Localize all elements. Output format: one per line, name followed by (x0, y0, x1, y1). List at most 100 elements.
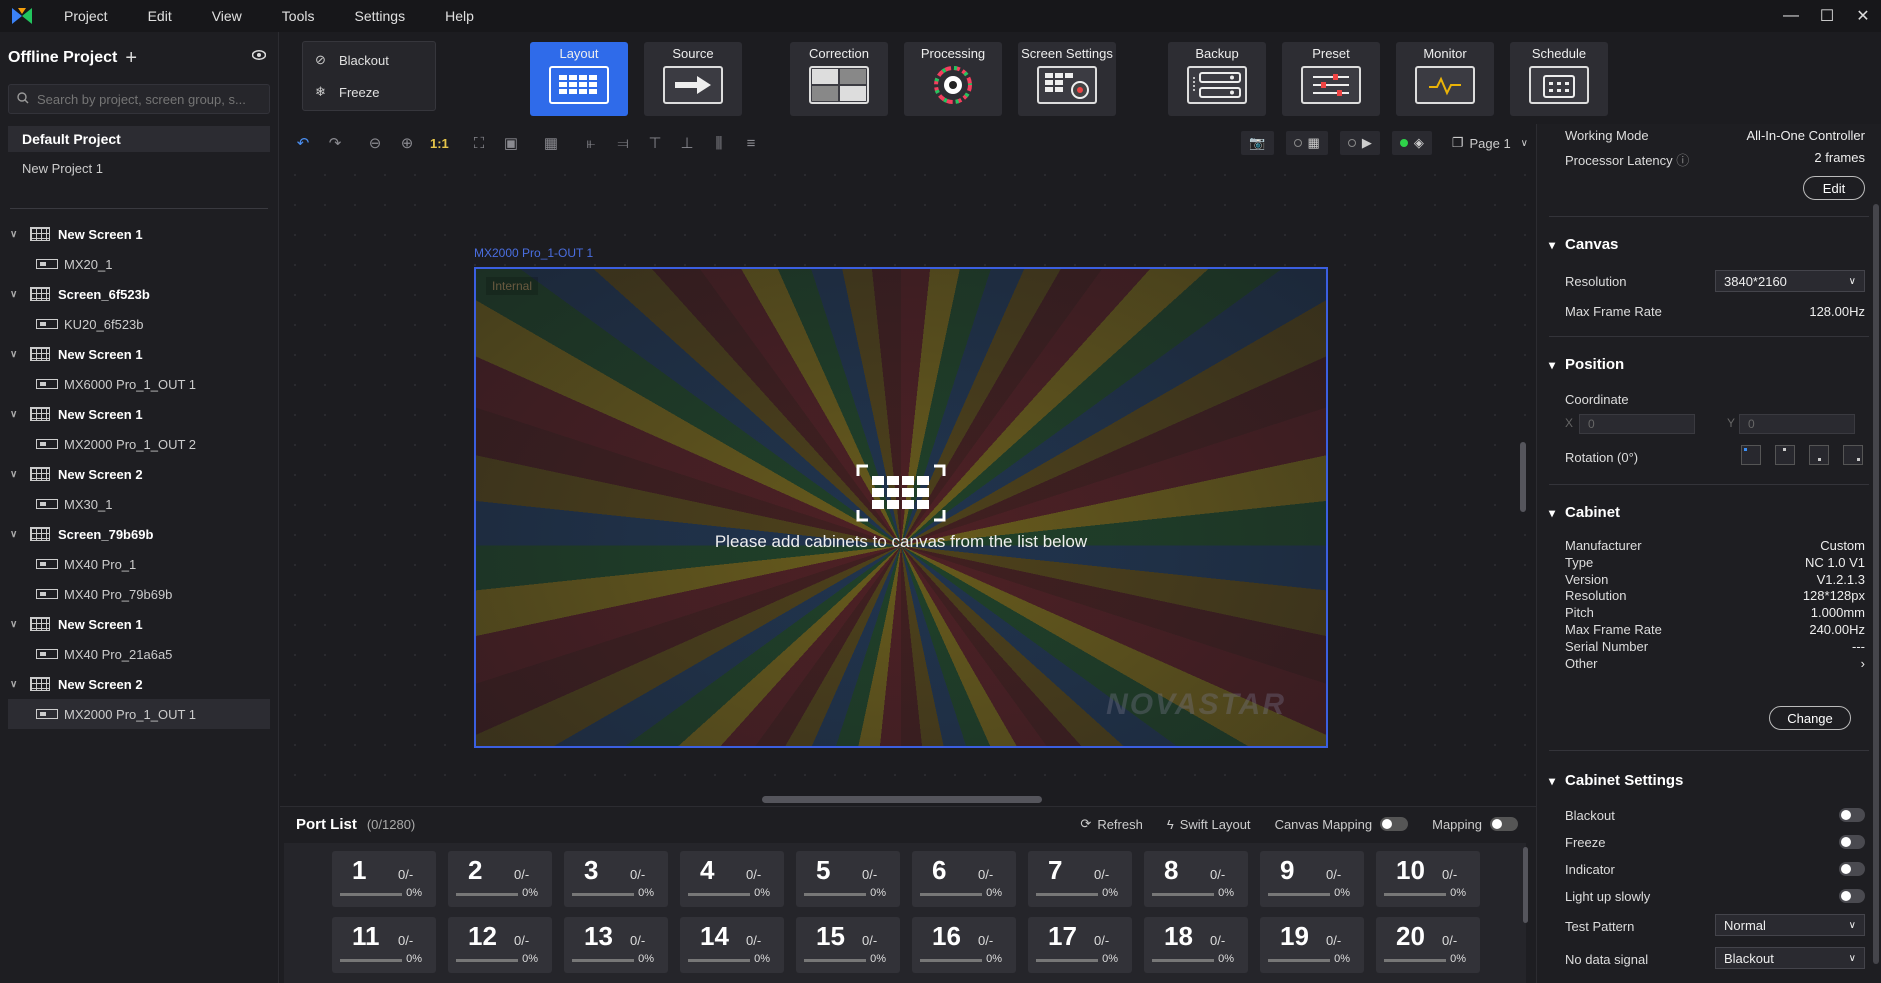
tree-card[interactable]: MX6000 Pro_1_OUT 1 (0, 369, 278, 399)
vertical-scrollbar[interactable] (1520, 442, 1526, 512)
indicator-toggle[interactable] (1839, 862, 1865, 876)
redo-icon[interactable]: ↷ (326, 134, 344, 152)
video-toggle[interactable]: ▶ (1339, 131, 1380, 155)
chevron-down-icon[interactable]: ∨ (10, 229, 24, 240)
align-right-icon[interactable]: ⫤ (614, 135, 632, 152)
fit-selection-icon[interactable]: ▣ (502, 134, 520, 152)
chevron-down-icon[interactable]: ∨ (10, 409, 24, 420)
change-cabinet-button[interactable]: Change (1769, 706, 1851, 730)
port-tile[interactable]: 17 0/- 0% (1028, 917, 1132, 973)
test-pattern-select[interactable]: Normal ∨ (1715, 914, 1865, 936)
align-top-icon[interactable]: ⊤ (646, 134, 664, 152)
backup-button[interactable]: Backup (1168, 42, 1266, 116)
tree-card[interactable]: MX30_1 (0, 489, 278, 519)
chevron-down-icon[interactable]: ∨ (10, 529, 24, 540)
menu-edit[interactable]: Edit (128, 0, 192, 32)
canvas-resolution-select[interactable]: 3840*2160 ∨ (1715, 270, 1865, 292)
chevron-down-icon[interactable]: ∨ (10, 679, 24, 690)
rotation-270-option[interactable] (1843, 445, 1863, 465)
x-coordinate-input[interactable]: 0 (1579, 414, 1695, 434)
rotation-180-option[interactable] (1809, 445, 1829, 465)
minimize-icon[interactable]: — (1773, 0, 1809, 32)
tree-card[interactable]: MX40 Pro_21a6a5 (0, 639, 278, 669)
project-search[interactable] (8, 84, 270, 114)
properties-scrollbar[interactable] (1873, 204, 1879, 964)
port-tile[interactable]: 2 0/- 0% (448, 851, 552, 907)
menu-view[interactable]: View (192, 0, 262, 32)
port-tile[interactable]: 9 0/- 0% (1260, 851, 1364, 907)
tree-screen[interactable]: ∨ Screen_6f523b (0, 279, 278, 309)
tree-card-selected[interactable]: MX2000 Pro_1_OUT 1 (8, 699, 270, 729)
screen-settings-button[interactable]: Screen Settings (1018, 42, 1116, 116)
port-tile[interactable]: 5 0/- 0% (796, 851, 900, 907)
port-tile[interactable]: 10 0/- 0% (1376, 851, 1480, 907)
chevron-down-icon[interactable]: ∨ (10, 349, 24, 360)
horizontal-scrollbar[interactable] (762, 796, 1042, 803)
port-tile[interactable]: 12 0/- 0% (448, 917, 552, 973)
rotation-90-option[interactable] (1775, 445, 1795, 465)
port-tile[interactable]: 14 0/- 0% (680, 917, 784, 973)
add-project-icon[interactable]: + (125, 47, 137, 70)
menu-settings[interactable]: Settings (334, 0, 425, 32)
new-project-item[interactable]: New Project 1 (8, 156, 270, 182)
tree-screen[interactable]: ∨ New Screen 1 (0, 339, 278, 369)
menu-help[interactable]: Help (425, 0, 494, 32)
menu-tools[interactable]: Tools (262, 0, 335, 32)
mapping-toggle[interactable] (1490, 817, 1518, 831)
freeze-toggle[interactable] (1839, 835, 1865, 849)
maximize-icon[interactable]: ☐ (1809, 0, 1845, 32)
refresh-button[interactable]: ⟳ Refresh (1080, 816, 1142, 832)
menu-project[interactable]: Project (44, 0, 128, 32)
eye-icon[interactable] (251, 48, 267, 63)
port-tile[interactable]: 15 0/- 0% (796, 917, 900, 973)
no-data-select[interactable]: Blackout ∨ (1715, 947, 1865, 969)
distribute-h-icon[interactable]: ⫼ (710, 135, 728, 152)
port-list-scrollbar[interactable] (1523, 847, 1528, 923)
fit-screen-icon[interactable]: ⛶ (470, 135, 488, 152)
cabinet-settings-section-title[interactable]: Cabinet Settings (1549, 772, 1683, 789)
tree-screen[interactable]: ∨ New Screen 2 (0, 669, 278, 699)
distribute-v-icon[interactable]: ≡ (742, 135, 760, 152)
port-tile[interactable]: 16 0/- 0% (912, 917, 1016, 973)
monitor-button[interactable]: Monitor (1396, 42, 1494, 116)
tree-card[interactable]: MX2000 Pro_1_OUT 2 (0, 429, 278, 459)
tree-screen[interactable]: ∨ New Screen 1 (0, 399, 278, 429)
cabinet-info-row[interactable]: Other › (1565, 656, 1865, 671)
chevron-down-icon[interactable]: ∨ (10, 469, 24, 480)
tree-card[interactable]: KU20_6f523b (0, 309, 278, 339)
blackout-button[interactable]: ⊘ Blackout (303, 46, 435, 74)
schedule-button[interactable]: Schedule (1510, 42, 1608, 116)
port-tile[interactable]: 3 0/- 0% (564, 851, 668, 907)
zoom-reset-button[interactable]: 1:1 (430, 136, 449, 151)
grid-toggle[interactable]: ▦ (1285, 131, 1328, 155)
source-button[interactable]: Source (644, 42, 742, 116)
preset-button[interactable]: Preset (1282, 42, 1380, 116)
port-tile[interactable]: 11 0/- 0% (332, 917, 436, 973)
cabinet-section-title[interactable]: Cabinet (1549, 504, 1620, 521)
blackout-toggle[interactable] (1839, 808, 1865, 822)
port-tile[interactable]: 1 0/- 0% (332, 851, 436, 907)
port-tile[interactable]: 13 0/- 0% (564, 917, 668, 973)
chevron-down-icon[interactable]: ∨ (10, 289, 24, 300)
layers-toggle[interactable]: ◈ (1391, 131, 1432, 155)
tree-card[interactable]: MX20_1 (0, 249, 278, 279)
port-tile[interactable]: 20 0/- 0% (1376, 917, 1480, 973)
freeze-button[interactable]: ❄ Freeze (303, 78, 435, 106)
zoom-in-icon[interactable]: ⊕ (398, 134, 416, 152)
camera-button[interactable]: 📷 (1241, 131, 1274, 155)
edit-button[interactable]: Edit (1803, 176, 1865, 200)
tree-screen[interactable]: ∨ New Screen 2 (0, 459, 278, 489)
position-section-title[interactable]: Position (1549, 356, 1624, 373)
port-tile[interactable]: 8 0/- 0% (1144, 851, 1248, 907)
port-tile[interactable]: 19 0/- 0% (1260, 917, 1364, 973)
search-input[interactable] (37, 91, 257, 107)
port-tile[interactable]: 6 0/- 0% (912, 851, 1016, 907)
tree-card[interactable]: MX40 Pro_1 (0, 549, 278, 579)
undo-icon[interactable]: ↶ (294, 134, 312, 152)
default-project-item[interactable]: Default Project (8, 126, 270, 152)
tree-screen[interactable]: ∨ New Screen 1 (0, 219, 278, 249)
port-tile[interactable]: 18 0/- 0% (1144, 917, 1248, 973)
swift-layout-button[interactable]: ϟ Swift Layout (1167, 817, 1251, 832)
processing-button[interactable]: Processing (904, 42, 1002, 116)
tree-card[interactable]: MX40 Pro_79b69b (0, 579, 278, 609)
